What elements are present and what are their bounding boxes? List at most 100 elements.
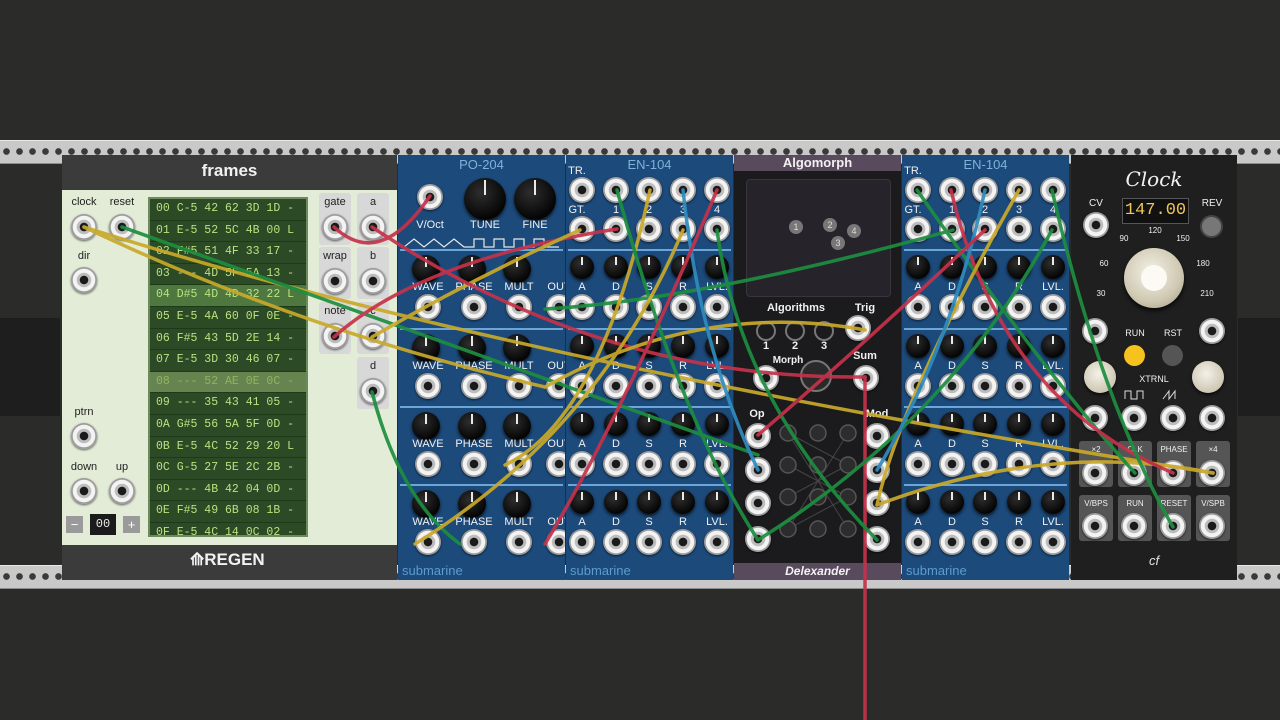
a-knob-env3[interactable] — [570, 412, 594, 436]
phase-out-jack[interactable] — [1160, 460, 1186, 486]
down-jack[interactable] — [71, 478, 97, 504]
lvl-jack-env4[interactable] — [1040, 529, 1066, 555]
pattern-row[interactable]: 08 --- 52 AE 0E 0C - — [150, 371, 306, 394]
voct-jack[interactable] — [417, 184, 443, 210]
reset-button[interactable] — [1162, 345, 1183, 366]
mult-jack-op2[interactable] — [506, 373, 532, 399]
phase-knob-op3[interactable] — [458, 412, 486, 440]
a-jack-env4[interactable] — [569, 529, 595, 555]
pattern-row[interactable]: 0C G-5 27 5E 2C 2B - — [150, 458, 306, 480]
tr-jack[interactable] — [905, 177, 931, 203]
gate-out-4-jack[interactable] — [704, 216, 730, 242]
vspb-jack[interactable] — [1199, 513, 1225, 539]
pattern-screen[interactable]: 00 C-5 42 62 3D 1D -01 E-5 52 5C 4B 00 L… — [148, 197, 308, 537]
tune-knob[interactable] — [464, 178, 506, 220]
phase-jack-op3[interactable] — [461, 451, 487, 477]
d-jack-env1[interactable] — [939, 294, 965, 320]
clock-cv-jack[interactable] — [1083, 212, 1109, 238]
s-knob-env2[interactable] — [637, 334, 661, 358]
d-jack-env2[interactable] — [939, 373, 965, 399]
clock-jack[interactable] — [71, 214, 97, 240]
clock-jack-row2-3[interactable] — [1160, 405, 1186, 431]
tr-jack[interactable] — [569, 177, 595, 203]
phase-jack-op2[interactable] — [461, 373, 487, 399]
a-jack-env3[interactable] — [569, 451, 595, 477]
up-jack[interactable] — [109, 478, 135, 504]
d-jack-env2[interactable] — [603, 373, 629, 399]
d-knob-env4[interactable] — [940, 490, 964, 514]
note-jack[interactable] — [322, 323, 348, 349]
d-knob-env2[interactable] — [940, 334, 964, 358]
morph-knob[interactable] — [800, 360, 832, 392]
pattern-row[interactable]: 09 --- 35 43 41 05 - — [150, 393, 306, 415]
pattern-row[interactable]: 0B E-5 4C 52 29 20 L — [150, 437, 306, 459]
r-jack-env2[interactable] — [670, 373, 696, 399]
trig-out-3-jack[interactable] — [670, 177, 696, 203]
algorithm-3-button[interactable] — [814, 321, 834, 341]
wave-knob-op3[interactable] — [412, 412, 440, 440]
a-knob-env4[interactable] — [906, 490, 930, 514]
r-knob-env3[interactable] — [671, 412, 695, 436]
s-knob-env4[interactable] — [973, 490, 997, 514]
mod1-out-jack[interactable] — [864, 423, 890, 449]
pattern-row[interactable]: 0E F#5 49 6B 08 1B - — [150, 501, 306, 523]
tempo-knob[interactable] — [1124, 248, 1184, 308]
a-knob-env2[interactable] — [906, 334, 930, 358]
trig-out-3-jack[interactable] — [1006, 177, 1032, 203]
s-jack-env2[interactable] — [636, 373, 662, 399]
c-jack[interactable] — [360, 323, 386, 349]
d-jack[interactable] — [360, 378, 386, 404]
trig-out-1-jack[interactable] — [939, 177, 965, 203]
pattern-minus-button[interactable]: − — [66, 516, 83, 533]
d-knob-env4[interactable] — [604, 490, 628, 514]
clk-jack[interactable] — [1121, 460, 1147, 486]
gate-out-3-jack[interactable] — [1006, 216, 1032, 242]
lvl-jack-env4[interactable] — [704, 529, 730, 555]
out-jack-op2[interactable] — [546, 373, 565, 399]
s-knob-env3[interactable] — [637, 412, 661, 436]
run-out-jack[interactable] — [1121, 513, 1147, 539]
lvl-knob-env2[interactable] — [1041, 334, 1065, 358]
a-knob-env1[interactable] — [570, 255, 594, 279]
lvl-jack-env3[interactable] — [704, 451, 730, 477]
phase-knob-op4[interactable] — [458, 490, 486, 518]
a-jack-env1[interactable] — [569, 294, 595, 320]
lvl-jack-env1[interactable] — [1040, 294, 1066, 320]
s-knob-env4[interactable] — [637, 490, 661, 514]
lvl-knob-env2[interactable] — [705, 334, 729, 358]
wave-jack-op3[interactable] — [415, 451, 441, 477]
a-jack-env1[interactable] — [905, 294, 931, 320]
b-jack[interactable] — [360, 268, 386, 294]
a-jack-env3[interactable] — [905, 451, 931, 477]
s-jack-env4[interactable] — [972, 529, 998, 555]
reset-jack[interactable] — [109, 214, 135, 240]
d-knob-env3[interactable] — [604, 412, 628, 436]
clock-jack-l1[interactable] — [1082, 318, 1108, 344]
gate-out-1-jack[interactable] — [939, 216, 965, 242]
morph-cv-jack[interactable] — [753, 365, 779, 391]
r-knob-env4[interactable] — [671, 490, 695, 514]
wave-jack-op1[interactable] — [415, 294, 441, 320]
reset-out-jack[interactable] — [1160, 513, 1186, 539]
routing-matrix[interactable] — [776, 417, 860, 547]
fine-knob[interactable] — [514, 178, 556, 220]
clock-jack-row2-4[interactable] — [1199, 405, 1225, 431]
pattern-row[interactable]: 04 D#5 4D 4D 32 22 L — [150, 285, 306, 307]
gate-out-4-jack[interactable] — [1040, 216, 1066, 242]
lvl-knob-env4[interactable] — [1041, 490, 1065, 514]
mod3-out-jack[interactable] — [864, 490, 890, 516]
pattern-row[interactable]: 05 E-5 4A 60 0F 0E - — [150, 307, 306, 329]
rev-button[interactable] — [1200, 215, 1223, 238]
dir-jack[interactable] — [71, 267, 97, 293]
gt-jack[interactable] — [905, 216, 931, 242]
r-jack-env4[interactable] — [670, 529, 696, 555]
pattern-row[interactable]: 0D --- 4B 42 04 0D - — [150, 480, 306, 502]
algorithm-1-button[interactable] — [756, 321, 776, 341]
r-jack-env3[interactable] — [1006, 451, 1032, 477]
s-jack-env1[interactable] — [636, 294, 662, 320]
trig-out-2-jack[interactable] — [972, 177, 998, 203]
r-knob-env4[interactable] — [1007, 490, 1031, 514]
run-button[interactable] — [1124, 345, 1145, 366]
mult-jack-op1[interactable] — [506, 294, 532, 320]
r-jack-env1[interactable] — [670, 294, 696, 320]
